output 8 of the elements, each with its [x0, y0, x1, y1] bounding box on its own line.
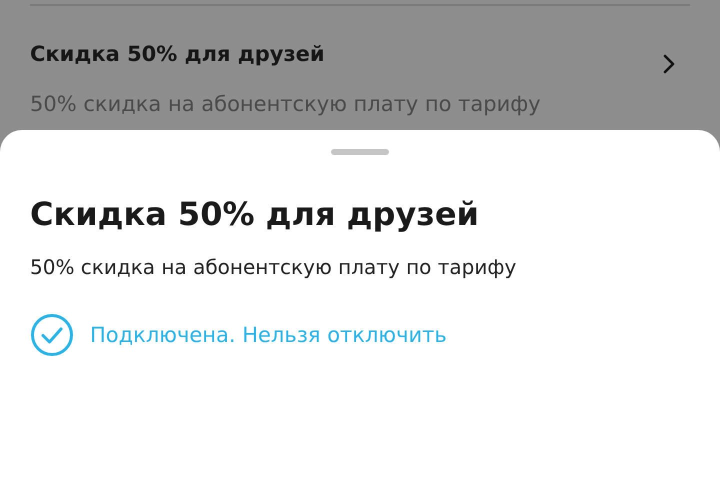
sheet-title: Скидка 50% для друзей — [30, 195, 480, 233]
status-text: Подключена. Нельзя отключить — [90, 323, 447, 347]
drag-handle[interactable] — [331, 149, 389, 155]
chevron-right-icon — [662, 53, 676, 75]
offer-subtitle: 50% скидка на абонентскую плату по тарифу — [30, 92, 541, 116]
sheet-description: 50% скидка на абонентскую плату по тарифу — [30, 255, 518, 279]
offer-title: Скидка 50% для друзей — [30, 42, 326, 66]
offer-list-item[interactable]: Скидка 50% для друзей 50% скидка на абонентскую плату по тарифу — [30, 6, 690, 116]
